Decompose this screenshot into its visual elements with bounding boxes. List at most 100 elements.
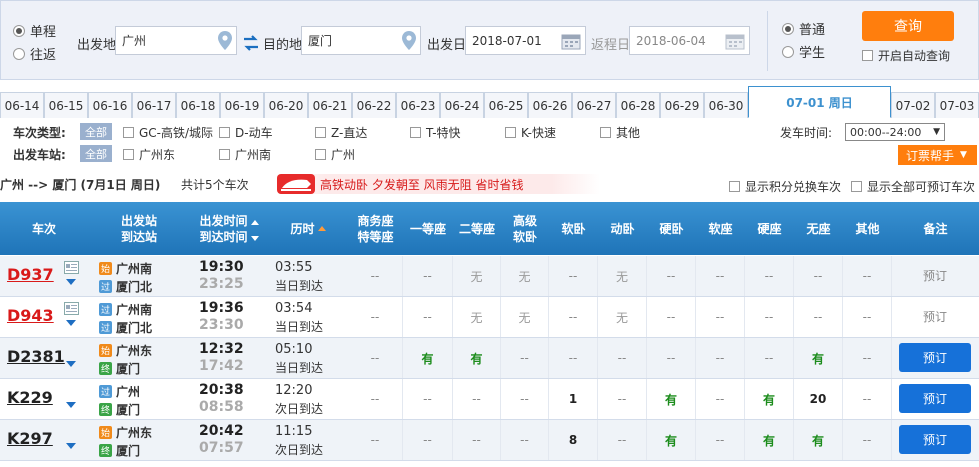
- depart-time-select[interactable]: 00:00--24:00 ▼: [845, 123, 945, 141]
- book-button[interactable]: 预订: [899, 384, 971, 413]
- sort-asc-icon[interactable]: [250, 219, 259, 225]
- trip-type-return-radio[interactable]: 往返: [13, 44, 56, 63]
- date-tab[interactable]: 06-19: [220, 92, 264, 118]
- filter-option[interactable]: GC-高铁/城际: [123, 124, 213, 141]
- col-duration[interactable]: 历时: [268, 202, 348, 255]
- train-ticket-app: 单程 往返 出发地 广州 目的地 厦门 出发日 2018-07-01 返程日 2…: [0, 0, 979, 467]
- duration: 03:55: [275, 260, 313, 275]
- date-tab[interactable]: 06-27: [572, 92, 616, 118]
- promo-text: 高铁动卧 夕发朝至 风雨无阻 省时省钱: [320, 177, 524, 192]
- from-label: 出发地: [77, 38, 117, 53]
- expand-chevron-icon[interactable]: [66, 361, 76, 367]
- show-all-checkbox[interactable]: 显示全部可预订车次: [851, 178, 975, 195]
- col-stations: 出发站 到达站: [120, 213, 157, 244]
- checkbox-box: [219, 127, 230, 138]
- to-station: 过厦门北: [99, 278, 152, 295]
- train-number-link[interactable]: D2381: [7, 347, 65, 366]
- filter-option[interactable]: 其他: [600, 124, 640, 141]
- date-tab[interactable]: 06-21: [308, 92, 352, 118]
- date-tab[interactable]: 06-30: [704, 92, 748, 118]
- date-tab[interactable]: 06-25: [484, 92, 528, 118]
- info-card-icon[interactable]: [64, 302, 79, 315]
- from-input[interactable]: 广州: [115, 26, 237, 55]
- filter-option[interactable]: Z-直达: [315, 124, 367, 141]
- filter-option[interactable]: 广州东: [123, 146, 175, 163]
- promo-banner[interactable]: 高铁动卧 夕发朝至 风雨无阻 省时省钱: [277, 174, 600, 194]
- auto-query-checkbox[interactable]: 开启自动查询: [862, 47, 950, 64]
- ticket-helper-button[interactable]: 订票帮手 ▼: [898, 145, 977, 165]
- checkbox-box: [862, 50, 873, 61]
- seat-availability: --: [348, 420, 403, 460]
- depart-date-input[interactable]: 2018-07-01: [465, 26, 586, 55]
- date-tab[interactable]: 06-26: [528, 92, 572, 118]
- expand-chevron-icon[interactable]: [66, 443, 76, 449]
- from-station: 始广州南: [99, 260, 152, 277]
- checkbox-box: [851, 181, 862, 192]
- passenger-student-radio[interactable]: 学生: [782, 42, 825, 61]
- trip-type-oneway-radio[interactable]: 单程: [13, 21, 56, 40]
- date-tab[interactable]: 06-16: [88, 92, 132, 118]
- date-tab[interactable]: 07-03: [935, 92, 979, 118]
- seat-availability: 无: [501, 297, 549, 337]
- info-card-icon[interactable]: [64, 261, 79, 274]
- date-tab[interactable]: 07-01 周日: [748, 86, 891, 118]
- station-badge: 终: [99, 403, 112, 416]
- filter-option-label: 广州南: [235, 148, 272, 162]
- date-tab[interactable]: 06-28: [616, 92, 660, 118]
- book-button[interactable]: 预订: [899, 343, 971, 372]
- station-name: 厦门北: [116, 280, 153, 294]
- filter-option[interactable]: 广州: [315, 146, 355, 163]
- date-tab[interactable]: 06-29: [660, 92, 704, 118]
- seat-availability: --: [745, 338, 794, 378]
- depart-value: 2018-07-01: [472, 33, 542, 48]
- date-tab[interactable]: 07-02: [891, 92, 935, 118]
- show-points-checkbox[interactable]: 显示积分兑换车次: [729, 178, 841, 195]
- query-button[interactable]: 查询: [862, 11, 954, 41]
- book-button[interactable]: 预订: [899, 425, 971, 454]
- seat-availability: 8: [549, 420, 598, 460]
- expand-chevron-icon[interactable]: [66, 402, 76, 408]
- train-number-link[interactable]: D943: [7, 306, 54, 325]
- filter-option[interactable]: T-特快: [410, 124, 461, 141]
- date-tab[interactable]: 06-18: [176, 92, 220, 118]
- filter-option-label: K-快速: [521, 126, 556, 140]
- date-tab[interactable]: 06-22: [352, 92, 396, 118]
- return-date-input[interactable]: 2018-06-04: [629, 26, 750, 55]
- date-tab[interactable]: 06-17: [132, 92, 176, 118]
- filter-option[interactable]: K-快速: [505, 124, 556, 141]
- swap-icon[interactable]: [242, 35, 260, 51]
- filter-option[interactable]: 广州南: [219, 146, 271, 163]
- date-tab[interactable]: 06-24: [440, 92, 484, 118]
- expand-chevron-icon[interactable]: [66, 279, 76, 285]
- passenger-normal-radio[interactable]: 普通: [782, 19, 825, 38]
- train-row: D2381 始广州东终厦门 12:32 17:42 05:10 当日到达 -- 有有 -- -- -…: [0, 338, 979, 379]
- expand-chevron-icon[interactable]: [66, 320, 76, 326]
- duration: 03:54: [275, 301, 313, 316]
- station-name: 广州: [116, 385, 141, 399]
- date-tab[interactable]: 06-14: [0, 92, 44, 118]
- col-business: 商务座 特等座: [357, 213, 394, 244]
- station-name: 广州南: [116, 303, 153, 317]
- train-number-link[interactable]: K229: [7, 388, 53, 407]
- train-number-link[interactable]: D937: [7, 265, 54, 284]
- date-tab[interactable]: 06-23: [396, 92, 440, 118]
- seat-availability: --: [453, 420, 501, 460]
- depart-time: 19:30: [199, 259, 244, 275]
- filter-option[interactable]: D-动车: [219, 124, 273, 141]
- station-all-button[interactable]: 全部: [80, 145, 112, 162]
- train-type-all-button[interactable]: 全部: [80, 123, 112, 140]
- to-station: 终厦门: [99, 442, 140, 459]
- col-times[interactable]: 出发时间 到达时间: [190, 202, 268, 255]
- filter-option-label: D-动车: [235, 126, 273, 140]
- seat-availability: --: [745, 297, 794, 337]
- radio-dot: [13, 47, 25, 60]
- date-tab[interactable]: 06-20: [264, 92, 308, 118]
- sort-desc-icon[interactable]: [250, 235, 259, 241]
- seat-availability: --: [647, 297, 696, 337]
- to-input[interactable]: 厦门: [301, 26, 421, 55]
- date-tab[interactable]: 06-15: [44, 92, 88, 118]
- col-hard-seat: 硬座: [757, 221, 782, 236]
- to-station: 过厦门北: [99, 319, 152, 336]
- duration: 05:10: [275, 342, 313, 357]
- train-number-link[interactable]: K297: [7, 429, 53, 448]
